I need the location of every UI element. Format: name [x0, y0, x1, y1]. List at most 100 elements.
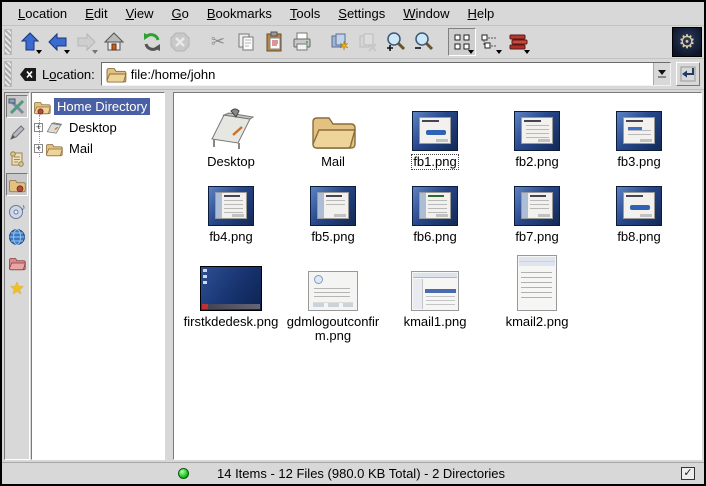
up-button[interactable] — [16, 28, 44, 56]
file-item-fb2[interactable]: fb2.png — [486, 99, 588, 170]
shrink-icons-icon — [357, 31, 379, 53]
menu-settings[interactable]: Settings — [330, 4, 393, 23]
svg-text:✶: ✶ — [339, 39, 349, 53]
file-item-fb7[interactable]: fb7.png — [486, 174, 588, 245]
detail-view-button[interactable] — [504, 28, 532, 56]
sidebar-tab-root-folder[interactable] — [6, 251, 28, 274]
folder-icon — [105, 65, 127, 83]
enlarge-icons-icon: ✶ — [329, 31, 351, 53]
location-input[interactable] — [127, 67, 653, 82]
file-label: gdmlogoutconfirm.png — [282, 314, 384, 344]
paste-button[interactable] — [260, 28, 288, 56]
file-thumbnail — [200, 266, 262, 311]
home-button[interactable] — [100, 28, 128, 56]
network-globe-icon — [8, 228, 26, 246]
kde-gear-throbber: ⚙ — [672, 27, 702, 57]
menu-go[interactable]: Go — [164, 4, 197, 23]
file-icon-view: Desktop Mail fb1.png — [173, 92, 702, 460]
file-thumbnail — [411, 271, 459, 311]
icon-view-button[interactable] — [448, 28, 476, 56]
dropdown-arrow-icon — [658, 70, 666, 75]
tree-item-mail[interactable]: + Mail — [33, 138, 163, 159]
sidebar-tab-bookmarks[interactable]: ★ — [6, 277, 28, 300]
file-label: Mail — [319, 154, 347, 170]
tree-item-home-directory[interactable]: Home Directory — [33, 96, 163, 117]
menu-help[interactable]: Help — [460, 4, 503, 23]
file-item-fb1[interactable]: fb1.png — [384, 99, 486, 170]
file-item-gdmlogoutconfirm[interactable]: gdmlogoutconfirm.png — [282, 249, 384, 344]
cut-button[interactable]: ✂ — [204, 28, 232, 56]
menu-tools[interactable]: Tools — [282, 4, 328, 23]
folder-icon — [45, 141, 63, 157]
menu-window[interactable]: Window — [395, 4, 457, 23]
back-button[interactable] — [44, 28, 72, 56]
sidebar-tab-network[interactable] — [6, 225, 28, 248]
file-item-kmail1[interactable]: kmail1.png — [384, 249, 486, 344]
panel-splitter[interactable] — [165, 92, 173, 460]
copy-button[interactable] — [232, 28, 260, 56]
file-item-fb5[interactable]: fb5.png — [282, 174, 384, 245]
location-bar-drag-handle[interactable] — [4, 61, 12, 87]
sidebar-tab-home-directory[interactable] — [6, 173, 28, 196]
file-item-mail[interactable]: Mail — [282, 99, 384, 170]
file-item-firstkdedesk[interactable]: firstkdedesk.png — [180, 249, 282, 344]
file-label: kmail2.png — [504, 314, 571, 330]
enlarge-icons-button[interactable]: ✶ — [326, 28, 354, 56]
reload-button[interactable] — [138, 28, 166, 56]
file-label: fb7.png — [513, 229, 560, 245]
file-label: fb3.png — [615, 154, 662, 170]
toolbar-drag-handle[interactable] — [4, 29, 12, 55]
tree-view-button[interactable] — [476, 28, 504, 56]
forward-dropdown-caret[interactable] — [92, 50, 98, 54]
file-label: fb8.png — [615, 229, 662, 245]
sidebar-tab-services[interactable]: ♪ — [6, 199, 28, 222]
detail-view-dropdown-caret[interactable] — [524, 50, 530, 54]
file-label: fb2.png — [513, 154, 560, 170]
file-item-desktop[interactable]: Desktop — [180, 99, 282, 170]
icon-view-dropdown-caret[interactable] — [468, 50, 474, 54]
clear-location-button[interactable] — [16, 62, 40, 86]
enter-arrow-icon — [680, 66, 696, 82]
desktop-icon — [45, 120, 63, 136]
clear-location-icon — [19, 67, 38, 82]
red-folder-icon — [8, 255, 26, 271]
stop-button[interactable] — [166, 28, 194, 56]
tree-item-desktop[interactable]: + Desktop — [33, 117, 163, 138]
zoom-out-button[interactable] — [410, 28, 438, 56]
active-view-indicator-icon[interactable]: ✓ — [681, 467, 695, 480]
go-button[interactable] — [676, 62, 700, 86]
sidebar-tab-pencil[interactable] — [6, 121, 28, 144]
menu-location[interactable]: Location — [10, 4, 75, 23]
file-item-fb3[interactable]: fb3.png — [588, 99, 690, 170]
file-label: kmail1.png — [402, 314, 469, 330]
zoom-in-button[interactable] — [382, 28, 410, 56]
forward-button[interactable] — [72, 28, 100, 56]
menu-edit[interactable]: Edit — [77, 4, 115, 23]
file-item-fb6[interactable]: fb6.png — [384, 174, 486, 245]
file-row: firstkdedesk.png gdmlogoutconfirm.png km… — [180, 249, 695, 348]
up-dropdown-caret[interactable] — [36, 50, 42, 54]
file-row: fb4.png fb5.png fb6.png — [180, 174, 695, 249]
file-item-kmail2[interactable]: kmail2.png — [486, 249, 588, 344]
menu-bookmarks[interactable]: Bookmarks — [199, 4, 280, 23]
shrink-icons-button[interactable] — [354, 28, 382, 56]
stop-icon — [169, 31, 191, 53]
file-thumbnail — [208, 186, 254, 226]
file-row: Desktop Mail fb1.png — [180, 99, 695, 174]
pencil-icon — [8, 124, 26, 142]
file-item-fb8[interactable]: fb8.png — [588, 174, 690, 245]
sidebar-tab-history[interactable] — [6, 147, 28, 170]
main-toolbar: ✂ — [2, 26, 704, 59]
print-button[interactable] — [288, 28, 316, 56]
location-dropdown-button[interactable] — [653, 63, 670, 85]
file-thumbnail — [616, 111, 662, 151]
file-thumbnail — [310, 186, 356, 226]
back-dropdown-caret[interactable] — [64, 50, 70, 54]
file-label: fb5.png — [309, 229, 356, 245]
tree-view-dropdown-caret[interactable] — [496, 50, 502, 54]
file-item-fb4[interactable]: fb4.png — [180, 174, 282, 245]
menu-view[interactable]: View — [118, 4, 162, 23]
copy-icon — [235, 31, 257, 53]
sidebar-tab-tools[interactable] — [6, 95, 28, 118]
location-label: Location: — [42, 67, 95, 82]
